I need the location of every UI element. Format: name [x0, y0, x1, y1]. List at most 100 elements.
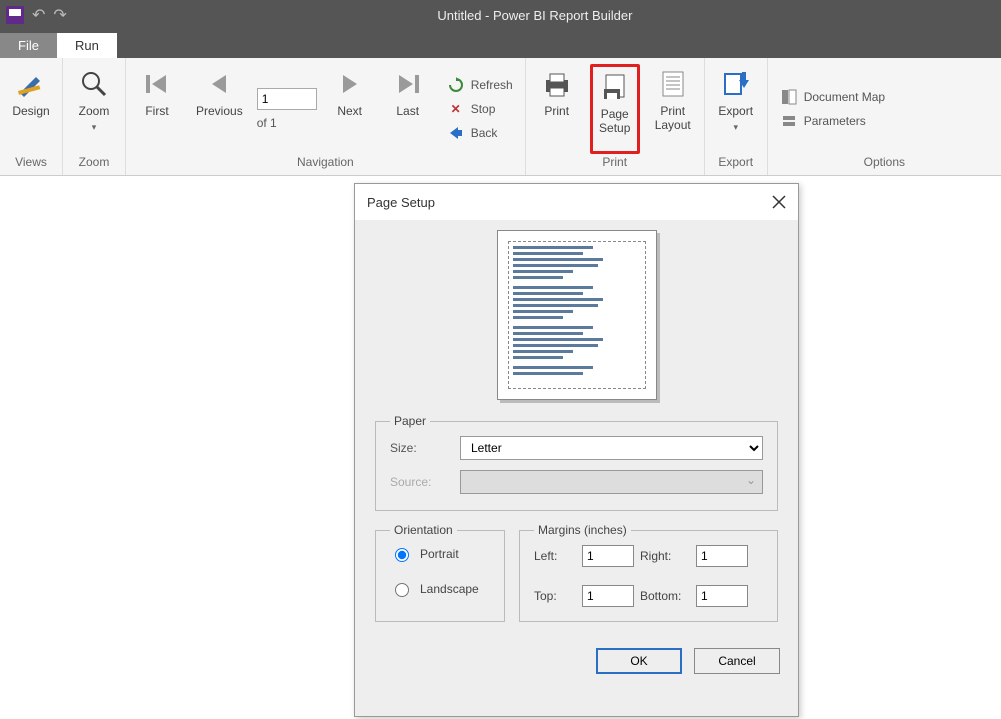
- first-icon: [141, 68, 173, 100]
- nav-small-commands: Refresh ✕ Stop Back: [441, 72, 519, 146]
- print-label: Print: [544, 104, 569, 118]
- redo-icon[interactable]: ↷: [53, 5, 66, 25]
- printer-icon: [541, 68, 573, 100]
- page-setup-label: PageSetup: [599, 107, 630, 136]
- margins-legend: Margins (inches): [534, 523, 631, 537]
- paper-source-select: [460, 470, 763, 494]
- margin-top-input[interactable]: [582, 585, 634, 607]
- source-label: Source:: [390, 475, 460, 489]
- ribbon: Design Views Zoom Zoom First Previous: [0, 58, 1001, 176]
- previous-button[interactable]: Previous: [190, 64, 249, 154]
- page-number-box: of 1: [257, 88, 317, 130]
- page-of-label: of 1: [257, 116, 277, 130]
- landscape-radio-row[interactable]: Landscape: [390, 580, 490, 597]
- orientation-legend: Orientation: [390, 523, 457, 537]
- paper-legend: Paper: [390, 414, 430, 428]
- group-zoom-label: Zoom: [79, 155, 110, 173]
- print-layout-label: PrintLayout: [655, 104, 691, 133]
- page-input[interactable]: [257, 88, 317, 110]
- next-icon: [334, 68, 366, 100]
- stop-label: Stop: [471, 102, 496, 116]
- first-label: First: [145, 104, 168, 118]
- last-icon: [392, 68, 424, 100]
- page-setup-dialog: Page Setup Paper: [354, 183, 799, 717]
- group-options-label: Options: [864, 155, 905, 173]
- design-icon: [15, 68, 47, 100]
- margin-right-input[interactable]: [696, 545, 748, 567]
- size-label: Size:: [390, 441, 460, 455]
- work-area: Page Setup Paper: [0, 176, 1001, 717]
- design-label: Design: [12, 104, 49, 118]
- next-label: Next: [337, 104, 362, 118]
- ok-button[interactable]: OK: [596, 648, 682, 674]
- margin-bottom-input[interactable]: [696, 585, 748, 607]
- stop-icon: ✕: [447, 100, 465, 118]
- last-label: Last: [396, 104, 419, 118]
- group-navigation-label: Navigation: [297, 155, 354, 173]
- group-views-label: Views: [15, 155, 47, 173]
- margins-fieldset: Margins (inches) Left: Right: Top: Botto…: [519, 523, 778, 622]
- document-map-label: Document Map: [804, 90, 885, 104]
- landscape-label: Landscape: [420, 582, 479, 596]
- group-export: Export Export: [705, 58, 768, 175]
- orientation-fieldset: Orientation Portrait Landscape: [375, 523, 505, 622]
- next-button[interactable]: Next: [325, 64, 375, 154]
- dialog-title: Page Setup: [367, 195, 435, 210]
- export-label: Export: [718, 104, 753, 118]
- portrait-radio[interactable]: [395, 548, 409, 562]
- refresh-button[interactable]: Refresh: [447, 76, 513, 94]
- group-zoom: Zoom Zoom: [63, 58, 126, 175]
- magnifier-icon: [78, 68, 110, 100]
- document-map-icon: [780, 88, 798, 106]
- first-button[interactable]: First: [132, 64, 182, 154]
- refresh-label: Refresh: [471, 78, 513, 92]
- parameters-label: Parameters: [804, 114, 866, 128]
- dialog-titlebar: Page Setup: [355, 184, 798, 220]
- export-button[interactable]: Export: [711, 64, 761, 154]
- export-icon: [720, 68, 752, 100]
- group-options: Document Map Parameters Options: [768, 58, 1001, 175]
- paper-size-select[interactable]: Letter: [460, 436, 763, 460]
- margin-left-label: Left:: [534, 549, 582, 563]
- portrait-label: Portrait: [420, 547, 459, 561]
- page-preview: [497, 230, 657, 400]
- save-icon[interactable]: [6, 6, 24, 24]
- margin-left-input[interactable]: [582, 545, 634, 567]
- zoom-label: Zoom: [79, 104, 110, 118]
- previous-label: Previous: [196, 104, 243, 118]
- parameters-button[interactable]: Parameters: [780, 112, 885, 130]
- print-button[interactable]: Print: [532, 64, 582, 154]
- group-export-label: Export: [718, 155, 753, 173]
- document-map-button[interactable]: Document Map: [780, 88, 885, 106]
- portrait-radio-row[interactable]: Portrait: [390, 545, 490, 562]
- page-setup-button[interactable]: PageSetup: [590, 64, 640, 154]
- print-layout-button[interactable]: PrintLayout: [648, 64, 698, 154]
- stop-button[interactable]: ✕ Stop: [447, 100, 513, 118]
- parameters-icon: [780, 112, 798, 130]
- group-print-label: Print: [602, 155, 627, 173]
- previous-icon: [203, 68, 235, 100]
- tab-file[interactable]: File: [0, 33, 57, 58]
- page-setup-icon: [599, 71, 631, 103]
- cancel-button[interactable]: Cancel: [694, 648, 780, 674]
- window-title: Untitled - Power BI Report Builder: [75, 8, 995, 23]
- last-button[interactable]: Last: [383, 64, 433, 154]
- margin-bottom-label: Bottom:: [640, 589, 696, 603]
- group-views: Design Views: [0, 58, 63, 175]
- title-bar: ↶ ↷ Untitled - Power BI Report Builder: [0, 0, 1001, 30]
- zoom-button[interactable]: Zoom: [69, 64, 119, 154]
- undo-icon[interactable]: ↶: [32, 5, 45, 25]
- close-icon[interactable]: [772, 195, 786, 209]
- tab-bar: File Run: [0, 30, 1001, 58]
- refresh-icon: [447, 76, 465, 94]
- tab-run[interactable]: Run: [57, 33, 117, 58]
- back-button[interactable]: Back: [447, 124, 513, 142]
- group-navigation: First Previous of 1 Next Last R: [126, 58, 526, 175]
- design-button[interactable]: Design: [6, 64, 56, 154]
- margin-top-label: Top:: [534, 589, 582, 603]
- back-icon: [447, 124, 465, 142]
- print-layout-icon: [657, 68, 689, 100]
- group-print: Print PageSetup PrintLayout Print: [526, 58, 705, 175]
- back-label: Back: [471, 126, 498, 140]
- landscape-radio[interactable]: [395, 583, 409, 597]
